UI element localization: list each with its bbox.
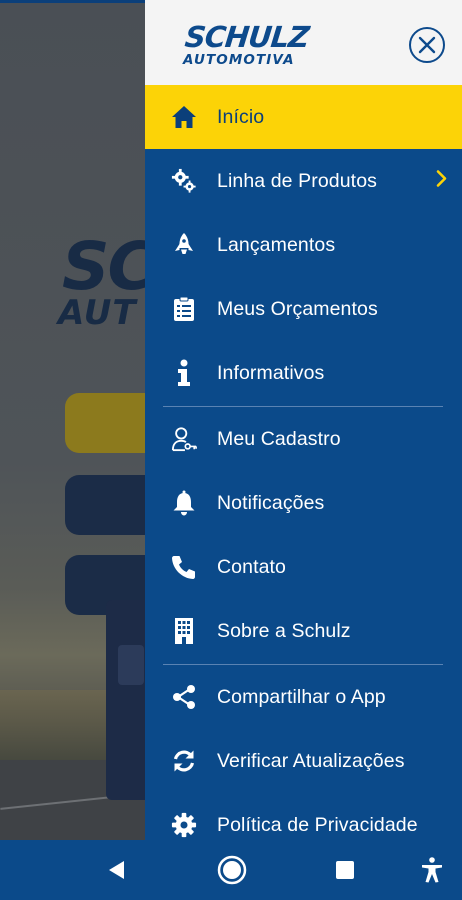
menu-item-label: Linha de Produtos xyxy=(217,169,377,192)
close-icon xyxy=(418,36,436,54)
menu-item-inicio[interactable]: Início xyxy=(145,85,462,149)
phone-icon xyxy=(171,554,197,580)
recents-icon xyxy=(336,861,354,879)
refresh-icon xyxy=(171,748,197,774)
menu-item-label: Sobre a Schulz xyxy=(217,619,351,642)
logo-automotiva-text: AUTOMOTIVA xyxy=(183,52,295,68)
menu-item-label: Política de Privacidade xyxy=(217,813,418,836)
menu-item-label: Lançamentos xyxy=(217,233,336,256)
menu-item-sobre-a-schulz[interactable]: Sobre a Schulz xyxy=(145,599,462,663)
nav-accessibility-button[interactable] xyxy=(402,840,462,900)
nav-recents-button[interactable] xyxy=(315,840,375,900)
menu-item-label: Verificar Atualizações xyxy=(217,749,405,772)
navigation-drawer: SCHULZ AUTOMOTIVA Início Linha de Produt… xyxy=(145,0,462,840)
menu-item-compartilhar-o-app[interactable]: Compartilhar o App xyxy=(145,665,462,729)
gear-icon xyxy=(171,812,197,838)
menu-item-label: Início xyxy=(217,105,265,128)
building-icon xyxy=(171,618,197,644)
menu-item-label: Meu Cadastro xyxy=(217,427,341,450)
menu-item-notificacoes[interactable]: Notificações xyxy=(145,471,462,535)
rocket-icon xyxy=(171,232,197,258)
menu-item-informativos[interactable]: Informativos xyxy=(145,341,462,405)
home-circle-icon xyxy=(217,855,247,885)
menu-item-politica-de-privacidade[interactable]: Política de Privacidade xyxy=(145,793,462,840)
home-icon xyxy=(171,104,197,130)
back-icon xyxy=(109,861,124,879)
close-drawer-button[interactable] xyxy=(409,27,445,63)
bell-icon xyxy=(171,490,197,516)
menu-item-lancamentos[interactable]: Lançamentos xyxy=(145,213,462,277)
drawer-header: SCHULZ AUTOMOTIVA xyxy=(145,0,462,85)
chevron-right-icon xyxy=(436,170,448,193)
accessibility-icon xyxy=(422,857,442,883)
menu-item-verificar-atualizacoes[interactable]: Verificar Atualizações xyxy=(145,729,462,793)
menu-item-contato[interactable]: Contato xyxy=(145,535,462,599)
gears-icon xyxy=(171,168,197,194)
menu-item-label: Informativos xyxy=(217,361,325,384)
menu-item-label: Compartilhar o App xyxy=(217,685,386,708)
share-icon xyxy=(171,684,197,710)
menu-item-linha-de-produtos[interactable]: Linha de Produtos xyxy=(145,149,462,213)
clipboard-icon xyxy=(171,296,197,322)
background-logo-subtitle: AUT xyxy=(58,293,137,333)
menu-item-label: Notificações xyxy=(217,491,325,514)
menu-item-meu-cadastro[interactable]: Meu Cadastro xyxy=(145,407,462,471)
schulz-logo: SCHULZ AUTOMOTIVA xyxy=(183,20,343,68)
system-navigation-bar xyxy=(0,840,462,900)
user-key-icon xyxy=(171,426,197,452)
menu-item-meus-orcamentos[interactable]: Meus Orçamentos xyxy=(145,277,462,341)
menu-item-label: Meus Orçamentos xyxy=(217,297,378,320)
menu-item-label: Contato xyxy=(217,555,286,578)
nav-back-button[interactable] xyxy=(86,840,146,900)
info-icon xyxy=(171,359,197,386)
logo-schulz-text: SCHULZ xyxy=(183,20,311,54)
nav-home-button[interactable] xyxy=(202,840,262,900)
background-truck-window xyxy=(118,645,144,685)
